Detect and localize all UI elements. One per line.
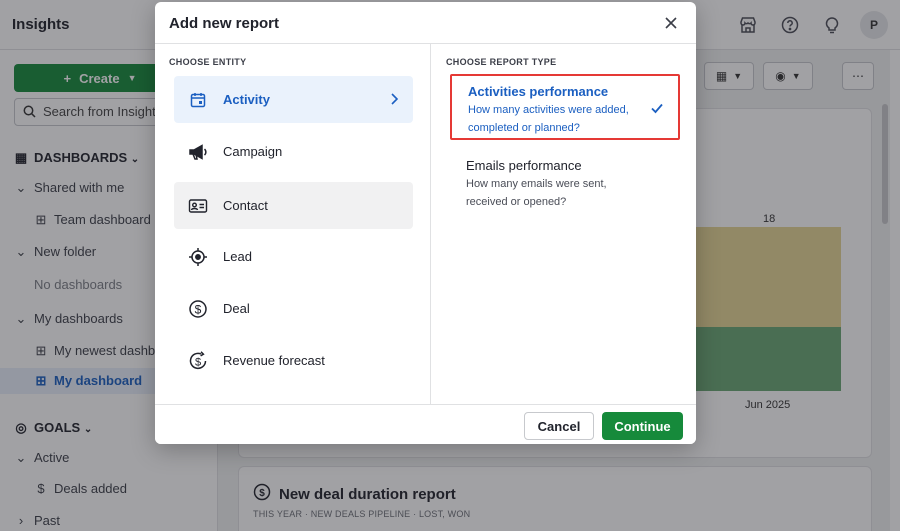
- entity-column-header: CHOOSE ENTITY: [169, 57, 247, 67]
- entity-option-activity[interactable]: Activity: [174, 76, 413, 123]
- entity-option-deal[interactable]: $ Deal: [174, 285, 413, 332]
- entity-label: Revenue forecast: [223, 353, 325, 368]
- close-icon: [665, 17, 677, 29]
- entity-label: Activity: [223, 92, 270, 107]
- report-type-description: How many emails were sent, received or o…: [466, 178, 607, 208]
- modal-header: Add new report: [155, 2, 696, 44]
- entity-label: Campaign: [223, 144, 283, 159]
- calendar-icon: [188, 90, 208, 110]
- report-type-title: Activities performance: [468, 84, 609, 99]
- report-type-column: CHOOSE REPORT TYPE Activities performanc…: [432, 44, 696, 404]
- entity-label: Contact: [223, 198, 268, 213]
- entity-option-lead[interactable]: Lead: [174, 233, 413, 280]
- chevron-right-icon: [391, 93, 399, 105]
- report-type-description: How many activities were added, complete…: [468, 104, 629, 134]
- megaphone-icon: [188, 142, 208, 162]
- report-type-activities-performance[interactable]: Activities performance How many activiti…: [450, 74, 680, 140]
- close-button[interactable]: [660, 12, 682, 34]
- report-type-column-header: CHOOSE REPORT TYPE: [446, 57, 557, 67]
- svg-text:$: $: [195, 302, 202, 316]
- entity-option-revenue-forecast[interactable]: $ Revenue forecast: [174, 337, 413, 384]
- revenue-forecast-icon: $: [188, 350, 208, 371]
- report-type-title: Emails performance: [466, 158, 582, 173]
- modal-footer: Cancel Continue: [155, 404, 696, 444]
- cancel-button[interactable]: Cancel: [524, 412, 594, 440]
- report-type-emails-performance[interactable]: Emails performance How many emails were …: [450, 150, 680, 216]
- dollar-icon: $: [188, 299, 208, 319]
- continue-button[interactable]: Continue: [602, 412, 683, 440]
- entity-label: Lead: [223, 249, 252, 264]
- entity-label: Deal: [223, 301, 250, 316]
- contact-card-icon: [188, 196, 208, 216]
- svg-text:$: $: [195, 356, 201, 368]
- add-report-modal: Add new report CHOOSE ENTITY Activity Ca…: [155, 2, 696, 444]
- checkmark-icon: [651, 103, 663, 114]
- entity-option-campaign[interactable]: Campaign: [174, 128, 413, 175]
- modal-title: Add new report: [169, 15, 280, 32]
- target-icon: [188, 247, 208, 267]
- entity-option-contact[interactable]: Contact: [174, 182, 413, 229]
- entity-column: CHOOSE ENTITY Activity Campaign Contact: [155, 44, 431, 404]
